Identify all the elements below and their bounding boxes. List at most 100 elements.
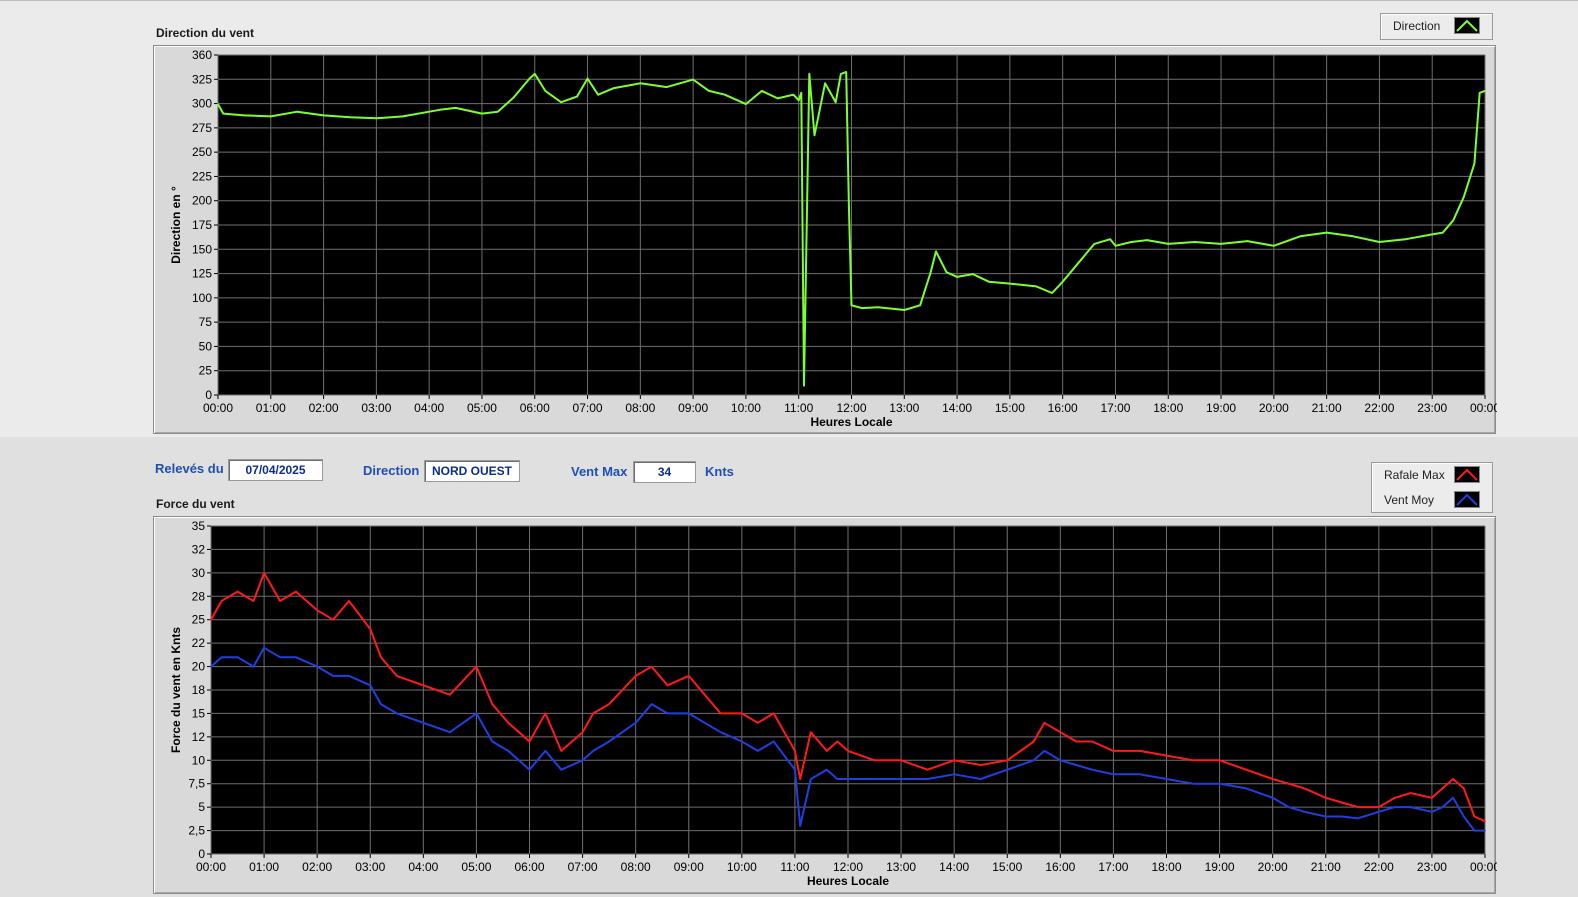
- direction-ytick-label: 125: [192, 267, 212, 281]
- direction-data-point: [956, 276, 958, 278]
- direction-data-point: [534, 73, 536, 75]
- force-data-point: [826, 750, 828, 752]
- direction-data-point: [1035, 285, 1038, 288]
- direction-ytick-label: 250: [192, 145, 212, 159]
- force-data-point: [449, 693, 451, 696]
- force-data-point: [1394, 797, 1396, 799]
- force-data-point: [1043, 722, 1046, 724]
- direction-ytick-label: 75: [199, 315, 213, 329]
- direction-data-point: [797, 99, 800, 102]
- force-data-point: [1218, 782, 1221, 785]
- direction-xtick-label: 06:00: [520, 401, 550, 415]
- force-data-point: [1340, 815, 1343, 818]
- force-data-point: [1452, 797, 1454, 799]
- date-field[interactable]: 07/04/2025: [228, 459, 323, 481]
- direction-data-point: [813, 134, 816, 137]
- direction-data-point: [438, 109, 441, 111]
- direction-xtick-label: 01:00: [256, 401, 286, 415]
- direction-data-point: [708, 90, 710, 92]
- direction-data-point: [824, 82, 826, 85]
- force-data-point: [220, 656, 223, 658]
- force-data-point: [236, 590, 239, 593]
- force-data-point: [295, 656, 297, 658]
- force-data-point: [979, 778, 982, 780]
- force-data-point: [926, 778, 929, 780]
- force-xtick-label: 18:00: [1151, 860, 1181, 874]
- force-data-point: [719, 731, 722, 733]
- force-data-point: [799, 825, 801, 827]
- force-data-point: [263, 572, 265, 574]
- force-data-point: [279, 600, 281, 602]
- force-data-point: [1165, 754, 1168, 757]
- force-data-point: [1441, 806, 1444, 808]
- force-data-point: [1287, 806, 1290, 808]
- direction-data-point: [665, 86, 668, 88]
- direction-ytick-label: 325: [192, 72, 212, 86]
- force-data-point: [1409, 806, 1412, 808]
- force-data-point: [1431, 797, 1433, 799]
- ventmax-field[interactable]: 34: [633, 461, 696, 483]
- direction-data-point: [222, 112, 225, 115]
- direction-field[interactable]: NORD OUEST: [424, 460, 520, 482]
- force-data-point: [926, 768, 929, 771]
- direction-xtick-label: 19:00: [1206, 401, 1236, 415]
- force-data-point: [1075, 764, 1078, 766]
- direction-data-point: [1130, 241, 1133, 243]
- legend-item-direction[interactable]: Direction: [1381, 14, 1492, 38]
- legend-label: Vent Moy: [1384, 493, 1435, 507]
- legend-item-rafale-max[interactable]: Rafale Max: [1372, 463, 1492, 487]
- force-data-point: [1218, 759, 1221, 762]
- force-data-point: [1378, 811, 1380, 813]
- direction-xtick-label: 23:00: [1417, 401, 1447, 415]
- direction-data-point: [929, 271, 932, 273]
- direction-legend[interactable]: Direction: [1380, 13, 1493, 40]
- force-data-point: [741, 712, 743, 715]
- direction-data-point: [349, 116, 351, 119]
- direction-chart[interactable]: 0 25 50 75 100 125 150 175 200 225 250 275 300 325 360…: [154, 46, 1497, 435]
- direction-data-point: [1114, 245, 1117, 247]
- direction-data-point: [528, 77, 531, 80]
- force-data-point: [836, 740, 839, 743]
- direction-ytick-label: 225: [192, 169, 212, 183]
- legend-line-icon: [1454, 466, 1480, 483]
- force-data-point: [794, 768, 796, 771]
- force-data-point: [719, 712, 722, 715]
- force-xtick-label: 05:00: [461, 860, 491, 874]
- legend-item-vent-moy[interactable]: Vent Moy: [1372, 488, 1492, 512]
- direction-data-point: [988, 280, 990, 283]
- direction-xtick-label: 21:00: [1312, 401, 1342, 415]
- force-data-point: [1112, 773, 1115, 776]
- direction-data-point: [481, 112, 483, 115]
- force-ytick-label: 25: [192, 613, 206, 627]
- force-xtick-label: 00:00: [1470, 860, 1497, 874]
- force-data-point: [528, 740, 531, 743]
- direction-chart-title: Direction du vent: [156, 26, 255, 40]
- force-data-point: [1452, 778, 1454, 780]
- direction-data-point: [270, 115, 272, 118]
- direction-xtick-label: 17:00: [1100, 401, 1130, 415]
- direction-xtick-label: 03:00: [361, 401, 391, 415]
- direction-xtick-label: 08:00: [625, 401, 655, 415]
- direction-data-point: [1452, 219, 1455, 222]
- force-xtick-label: 01:00: [249, 860, 279, 874]
- force-legend[interactable]: Rafale Max Vent Moy: [1371, 462, 1493, 513]
- force-data-point: [210, 618, 212, 621]
- direction-xtick-label: 07:00: [573, 401, 603, 415]
- force-chart[interactable]: 0 2,5 5 7,5 10 12 15 18 20 22 25 28 30 32 35 00:00 01:00…: [154, 517, 1497, 895]
- direction-data-point: [724, 93, 726, 96]
- force-data-point: [772, 740, 775, 743]
- legend-label: Rafale Max: [1384, 468, 1445, 482]
- force-data-point: [369, 628, 372, 630]
- force-data-point: [1325, 797, 1327, 799]
- direction-data-point: [1009, 282, 1011, 285]
- force-data-point: [1303, 811, 1306, 813]
- force-data-point: [507, 722, 510, 724]
- direction-xtick-label: 13:00: [889, 401, 919, 415]
- direction-data-point: [1273, 245, 1275, 247]
- direction-ytick-label: 150: [192, 242, 212, 256]
- direction-xtick-label: 20:00: [1259, 401, 1289, 415]
- direction-data-point: [800, 92, 803, 94]
- direction-data-point: [803, 384, 805, 387]
- force-data-point: [1394, 806, 1396, 808]
- force-data-point: [1409, 792, 1412, 794]
